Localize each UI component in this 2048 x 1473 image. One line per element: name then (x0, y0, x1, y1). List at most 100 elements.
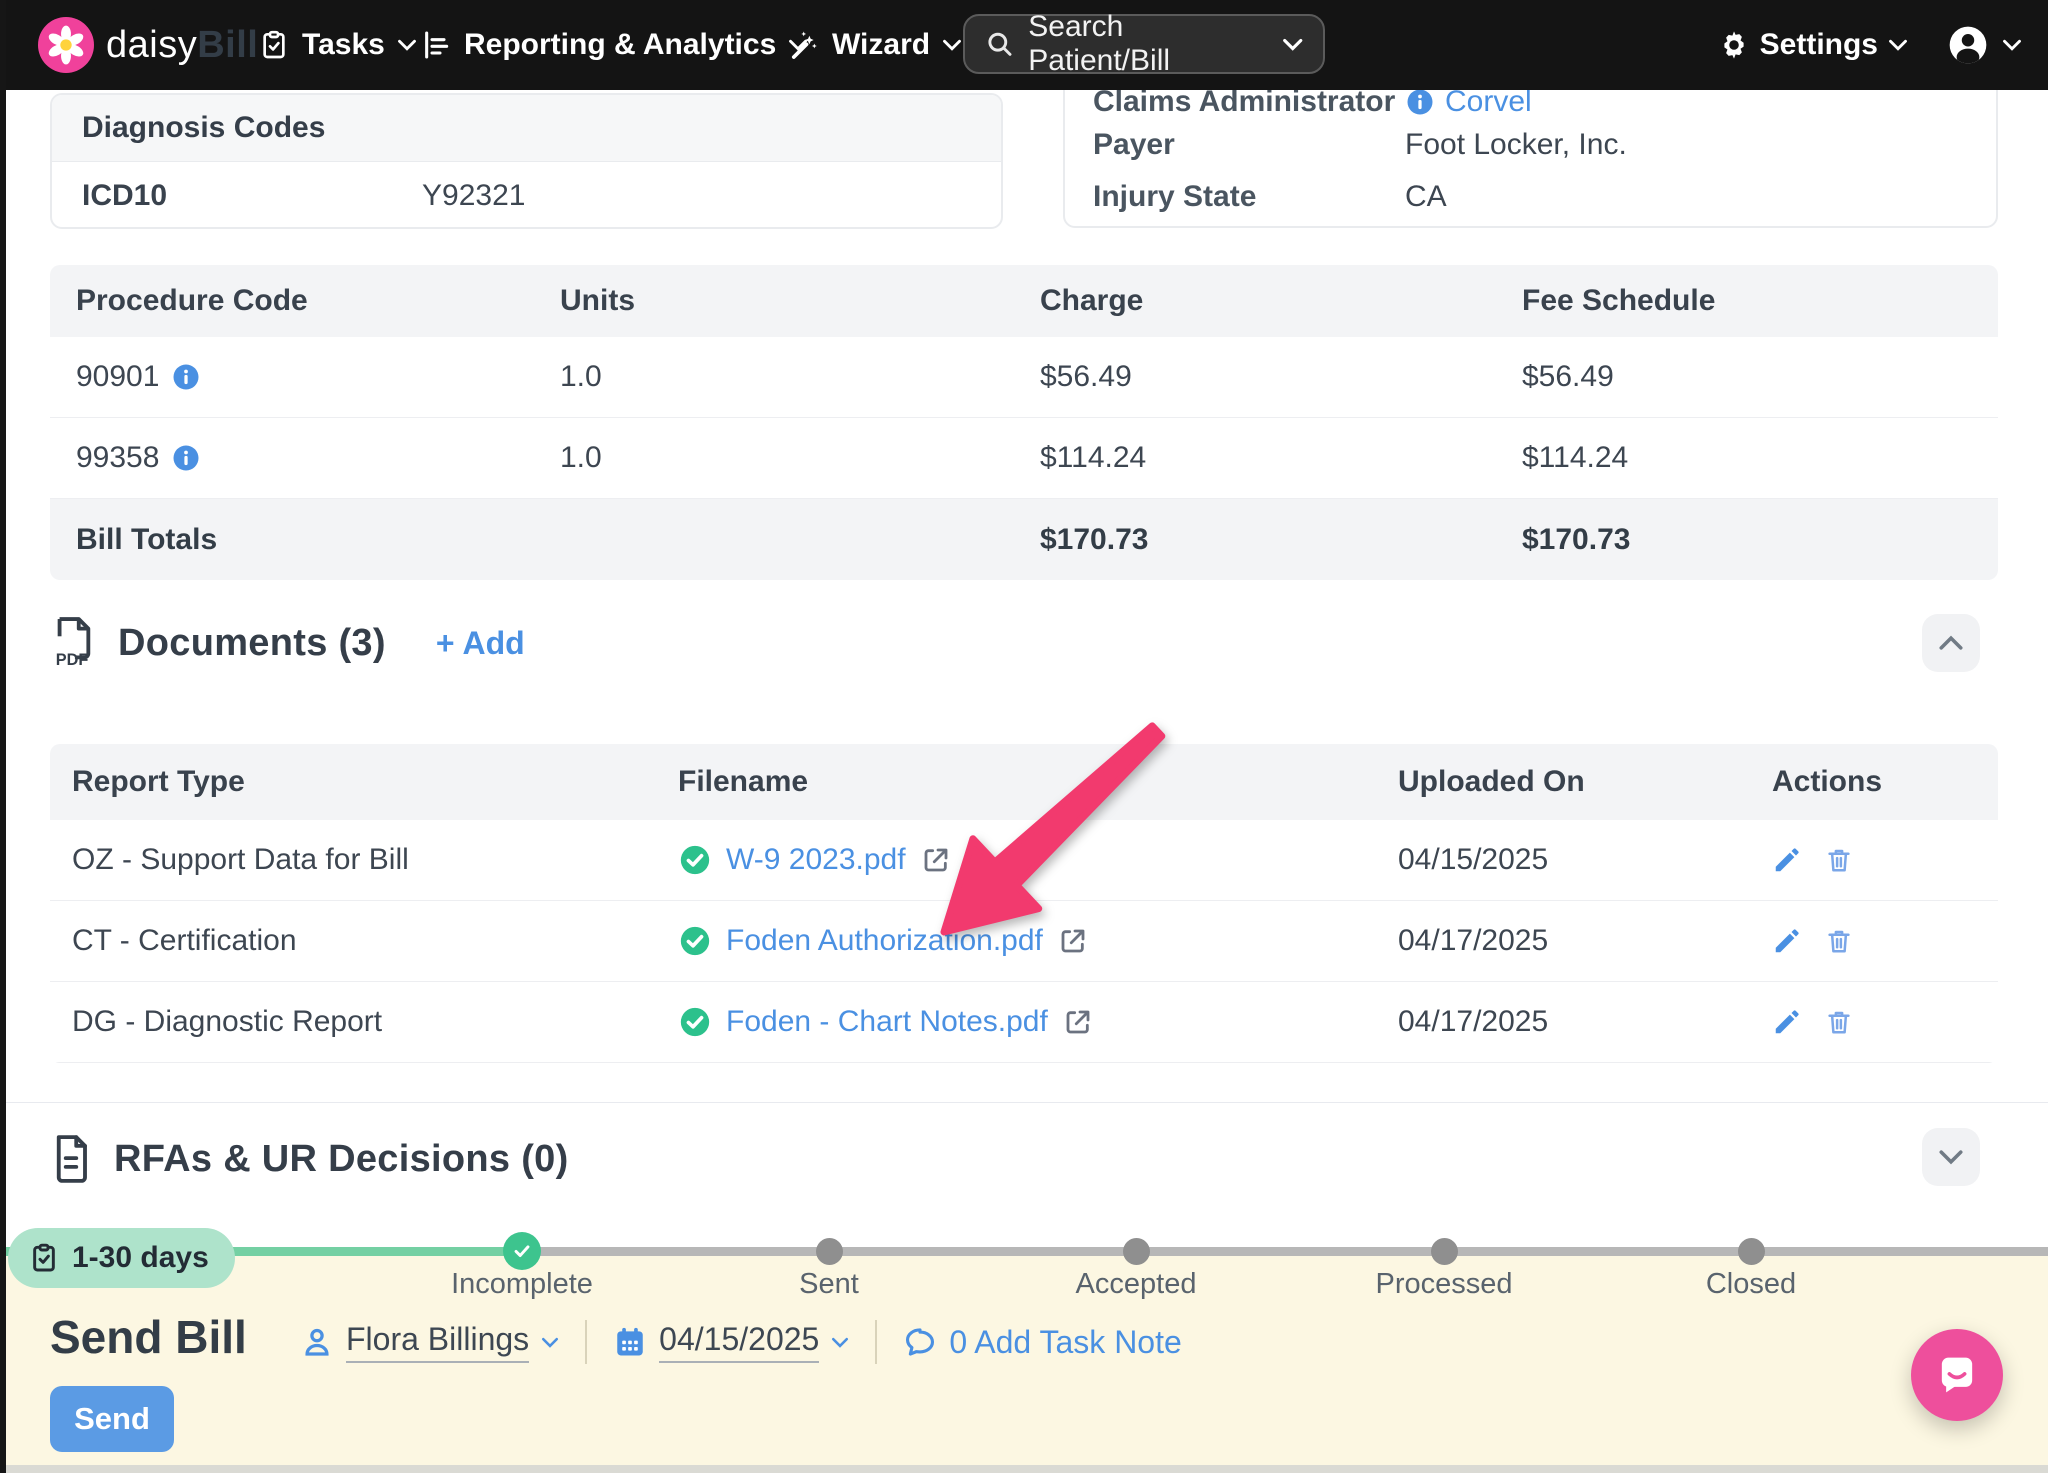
diagnosis-code-row: ICD10 Y92321 (52, 162, 1001, 229)
external-link-icon[interactable] (920, 844, 952, 876)
procedure-code: 90901 (76, 360, 159, 394)
delete-document-button[interactable] (1824, 926, 1854, 956)
check-circle-icon (678, 924, 712, 958)
charge-value: $114.24 (1040, 418, 1146, 498)
pencil-icon (1772, 1007, 1802, 1037)
procedure-row: 90901 1.0 $56.49 $56.49 (50, 337, 1998, 418)
pdf-document-icon: PDF (50, 615, 96, 671)
nav-settings[interactable]: Settings (1718, 28, 1908, 62)
pdf-icon-text: PDF (56, 651, 89, 669)
info-icon[interactable] (1405, 87, 1435, 117)
edit-document-button[interactable] (1772, 845, 1802, 875)
chat-launcher-button[interactable] (1911, 1329, 2003, 1421)
col-report-type: Report Type (72, 744, 245, 820)
procedure-table: Procedure Code Units Charge Fee Schedule… (50, 265, 1998, 580)
payer-row: Payer Foot Locker, Inc. (1065, 124, 1996, 166)
pencil-icon (1772, 845, 1802, 875)
diagnosis-codes-title: Diagnosis Codes (52, 95, 1001, 162)
chevron-down-icon (397, 38, 417, 52)
col-actions: Actions (1772, 744, 1882, 820)
injury-state-label: Injury State (1093, 176, 1256, 218)
chevron-down-icon (942, 38, 962, 52)
chevron-up-icon (1938, 634, 1964, 652)
send-button[interactable]: Send (50, 1386, 174, 1452)
units-value: 1.0 (560, 337, 602, 417)
assignee-dropdown[interactable]: Flora Billings (300, 1321, 559, 1363)
date-dropdown[interactable]: 04/15/2025 (613, 1321, 849, 1363)
nav-wizard-label: Wizard (832, 28, 930, 62)
plus-icon: + (436, 625, 455, 662)
nav-reporting-analytics[interactable]: Reporting & Analytics (420, 0, 808, 90)
timeline-age-text: 1-30 days (72, 1241, 209, 1275)
procedure-row: 99358 1.0 $114.24 $114.24 (50, 418, 1998, 499)
daisybill-app: daisyBill Tasks Reporting & Analytics (0, 0, 2048, 1473)
send-bill-controls: Flora Billings 04/15/2025 0 Add Task Not… (300, 1316, 1182, 1368)
document-link[interactable]: Foden - Chart Notes.pdf (726, 1005, 1048, 1039)
document-row: OZ - Support Data for Bill W-9 2023.pdf … (50, 820, 1998, 901)
chevron-down-icon (1282, 37, 1303, 52)
payer-value: Foot Locker, Inc. (1405, 124, 1627, 166)
clipboard-check-icon (258, 29, 290, 61)
report-type: DG - Diagnostic Report (72, 982, 382, 1062)
magic-wand-icon (786, 28, 820, 62)
nav-wizard[interactable]: Wizard (786, 0, 962, 90)
injury-state-row: Injury State CA (1065, 176, 1996, 218)
pencil-icon (1772, 926, 1802, 956)
external-link-icon[interactable] (1057, 925, 1089, 957)
clipboard-check-icon (28, 1242, 60, 1274)
total-charge: $170.73 (1040, 499, 1148, 580)
step-dot-incomplete (503, 1232, 541, 1270)
uploaded-on-date: 04/17/2025 (1398, 901, 1548, 981)
chevron-down-icon (541, 1336, 559, 1349)
trash-icon (1824, 845, 1854, 875)
document-link[interactable]: Foden Authorization.pdf (726, 924, 1043, 958)
bill-totals-label: Bill Totals (76, 499, 217, 580)
delete-document-button[interactable] (1824, 845, 1854, 875)
timeline-age-badge: 1-30 days (8, 1228, 235, 1288)
payer-label: Payer (1093, 124, 1175, 166)
nav-account-menu[interactable] (1946, 23, 2022, 67)
col-fee-schedule: Fee Schedule (1522, 265, 1715, 337)
search-patient-bill[interactable]: Search Patient/Bill (963, 14, 1325, 74)
add-task-note-button[interactable]: 0 Add Task Note (903, 1324, 1181, 1361)
gear-icon (1718, 29, 1750, 61)
total-fee: $170.73 (1522, 499, 1630, 580)
col-units: Units (560, 265, 635, 337)
add-document-button[interactable]: + Add (436, 625, 525, 662)
window-left-edge (0, 0, 6, 1473)
trash-icon (1824, 1007, 1854, 1037)
nav-tasks[interactable]: Tasks (258, 0, 417, 90)
document-link[interactable]: W-9 2023.pdf (726, 843, 906, 877)
user-avatar-icon (1946, 23, 1990, 67)
step-dot-accepted (1123, 1238, 1150, 1265)
info-icon[interactable] (171, 443, 201, 473)
diagnosis-codes-panel: Diagnosis Codes ICD10 Y92321 (50, 93, 1003, 229)
divider (585, 1320, 587, 1364)
documents-table-header: Report Type Filename Uploaded On Actions (50, 744, 1998, 820)
units-value: 1.0 (560, 418, 602, 498)
uploaded-on-date: 04/15/2025 (1398, 820, 1548, 900)
send-bill-title: Send Bill (50, 1310, 247, 1364)
brand-light: daisy (106, 24, 197, 67)
daisybill-logo[interactable] (38, 17, 94, 73)
delete-document-button[interactable] (1824, 1007, 1854, 1037)
documents-table: Report Type Filename Uploaded On Actions… (50, 744, 1998, 1063)
documents-collapse-button[interactable] (1922, 614, 1980, 672)
chevron-down-icon (2002, 38, 2022, 52)
check-icon (511, 1240, 533, 1262)
chevron-down-icon (1888, 38, 1908, 52)
info-icon[interactable] (171, 362, 201, 392)
external-link-icon[interactable] (1062, 1006, 1094, 1038)
rfas-expand-button[interactable] (1922, 1128, 1980, 1186)
search-icon (985, 29, 1014, 59)
step-dot-sent (816, 1238, 843, 1265)
fee-value: $114.24 (1522, 418, 1628, 498)
nav-tasks-label: Tasks (302, 28, 385, 62)
edit-document-button[interactable] (1772, 1007, 1802, 1037)
fee-value: $56.49 (1522, 337, 1614, 417)
edit-document-button[interactable] (1772, 926, 1802, 956)
documents-section-header: PDF Documents (3) + Add (50, 612, 525, 674)
brand-wordmark[interactable]: daisyBill (106, 0, 258, 90)
check-circle-icon (678, 1005, 712, 1039)
diagnosis-code-value: Y92321 (422, 162, 525, 229)
